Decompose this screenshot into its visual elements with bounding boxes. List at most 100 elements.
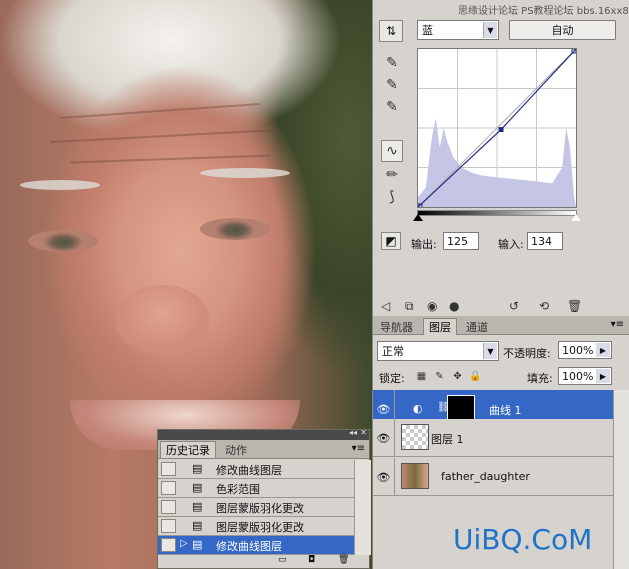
history-state-icon: ▤ — [192, 462, 203, 475]
lock-all-icon[interactable]: 🔒 — [469, 370, 482, 383]
layer-thumbnail — [401, 463, 429, 489]
history-brush-source-icon: ▷ — [180, 538, 188, 549]
collapse-icon[interactable]: ◂◂ — [349, 428, 357, 437]
white-point-slider[interactable] — [571, 214, 581, 221]
history-footer: ▭ ◘ 🗑 — [158, 555, 369, 568]
tab-history[interactable]: 历史记录 — [160, 441, 216, 458]
history-state-icon: ▤ — [192, 519, 203, 532]
input-label: 输入: — [498, 238, 524, 251]
snapshot-checkbox[interactable] — [161, 481, 176, 495]
eyedropper-black-icon[interactable]: ✎ — [381, 52, 403, 74]
top-watermark: 思缘设计论坛 PS教程论坛 bbs.16xx8.com — [458, 6, 629, 17]
fill-label: 填充: — [527, 372, 553, 385]
adjustment-toolbar: ◁ ⧉ ◉ ● ↺ ⟲ 🗑 — [373, 296, 629, 316]
photo-detail — [70, 154, 270, 164]
auto-button[interactable]: 自动 — [509, 20, 616, 40]
snapshot-checkbox[interactable] — [161, 519, 176, 533]
lock-position-icon[interactable]: ✥ — [451, 370, 464, 383]
fill-field[interactable]: 100% ▶ — [558, 367, 612, 385]
trash-icon[interactable]: 🗑 — [567, 299, 582, 313]
blend-mode-value: 正常 — [382, 345, 404, 358]
layer-name: 图层 1 — [431, 433, 464, 446]
history-item-label: 修改曲线图层 — [216, 540, 282, 553]
blend-mode-select[interactable]: 正常 ▼ — [377, 341, 499, 361]
channel-select-value: 蓝 — [422, 24, 433, 37]
tab-channels[interactable]: 通道 — [461, 318, 493, 335]
tab-actions[interactable]: 动作 — [220, 441, 252, 458]
layer-name: 曲线 1 — [489, 404, 522, 417]
fill-arrow-icon[interactable]: ▶ — [596, 369, 610, 383]
curve-control-point — [498, 127, 504, 133]
history-item-label: 色彩范围 — [216, 483, 260, 496]
site-watermark: UiBQ.CoM — [453, 523, 593, 556]
history-state-icon: ▤ — [192, 538, 203, 551]
output-label: 输出: — [411, 238, 437, 251]
output-field[interactable]: 125 — [443, 232, 479, 250]
tab-layers[interactable]: 图层 — [423, 318, 457, 335]
view-previous-icon[interactable]: ● — [449, 299, 459, 313]
sample-icon[interactable]: ◩ — [381, 232, 401, 250]
fill-value: 100% — [562, 369, 594, 383]
eye-icon[interactable]: 👁 — [373, 419, 395, 457]
history-item[interactable]: ▷ ▤ 修改曲线图层 — [158, 536, 354, 555]
snapshot-checkbox[interactable] — [161, 500, 176, 514]
new-document-icon[interactable]: ▭ — [278, 555, 287, 565]
right-panel: 思缘设计论坛 PS教程论坛 bbs.16xx8.com ⇅ 蓝 ▼ 自动 ✎ ✎… — [372, 0, 629, 569]
eye-icon[interactable]: 👁 — [373, 458, 395, 496]
opacity-arrow-icon[interactable]: ▶ — [596, 343, 610, 357]
history-tabs: 历史记录 动作 ▾≡ — [158, 440, 369, 459]
history-item[interactable]: ▤ 修改曲线图层 — [158, 460, 354, 479]
adjustment-layer-icon: ◐ — [413, 402, 423, 415]
panel-menu-icon[interactable]: ▾≡ — [611, 319, 624, 330]
history-panel: ◂◂ ✕ 历史记录 动作 ▾≡ ▤ 修改曲线图层 ▤ 色彩范围 ▤ 图层蒙版羽化… — [157, 428, 371, 569]
reset-icon[interactable]: ⟲ — [539, 299, 549, 313]
history-item-label: 图层蒙版羽化更改 — [216, 502, 304, 515]
snapshot-icon[interactable]: ◘ — [308, 555, 315, 565]
chevron-down-icon: ▼ — [483, 343, 497, 359]
photo-detail — [50, 128, 280, 144]
lock-label: 锁定: — [379, 372, 405, 385]
history-item[interactable]: ▤ 图层蒙版羽化更改 — [158, 517, 354, 536]
lock-transparency-icon[interactable]: ▦ — [415, 370, 428, 383]
back-arrow-icon[interactable]: ◁ — [381, 299, 390, 313]
clip-layer-icon[interactable]: ⧉ — [405, 299, 414, 314]
photo-detail — [200, 218, 270, 240]
curve-edit-icon[interactable]: ∿ — [381, 140, 403, 162]
undo-icon[interactable]: ↺ — [509, 299, 519, 313]
close-icon[interactable]: ✕ — [360, 428, 367, 437]
channel-tool-icon[interactable]: ⇅ — [379, 20, 403, 42]
opacity-field[interactable]: 100% ▶ — [558, 341, 612, 359]
photo-detail — [60, 103, 260, 119]
lock-image-icon[interactable]: ✎ — [433, 370, 446, 383]
visibility-toggle-icon[interactable]: ◉ — [427, 299, 437, 313]
pencil-icon[interactable]: ✏ — [381, 164, 403, 186]
history-item-label: 修改曲线图层 — [216, 464, 282, 477]
history-titlebar[interactable]: ◂◂ ✕ — [158, 428, 369, 440]
snapshot-checkbox[interactable] — [161, 462, 176, 476]
panel-menu-icon[interactable]: ▾≡ — [352, 443, 365, 454]
eyedropper-gray-icon[interactable]: ✎ — [381, 74, 403, 96]
snapshot-checkbox[interactable] — [161, 538, 176, 552]
history-scrollbar[interactable] — [354, 460, 371, 555]
photo-detail — [115, 285, 210, 355]
layer-mask-thumbnail[interactable] — [447, 395, 475, 421]
smooth-curve-icon[interactable]: ⟆ — [381, 186, 403, 208]
history-state-icon: ▤ — [192, 500, 203, 513]
layer-row[interactable]: 👁 图层 1 — [373, 419, 613, 457]
curve-graph[interactable] — [417, 48, 577, 208]
layer-row[interactable]: 👁 father_daughter — [373, 458, 613, 496]
trash-icon[interactable]: 🗑 — [338, 555, 349, 565]
black-point-slider[interactable] — [413, 214, 423, 221]
photo-detail — [20, 180, 100, 190]
tab-navigator[interactable]: 导航器 — [375, 318, 418, 335]
history-item[interactable]: ▤ 色彩范围 — [158, 479, 354, 498]
layers-scrollbar[interactable] — [613, 390, 629, 569]
eyedropper-white-icon[interactable]: ✎ — [381, 96, 403, 118]
chevron-down-icon: ▼ — [483, 22, 497, 38]
opacity-value: 100% — [562, 343, 594, 357]
input-field[interactable]: 134 — [527, 232, 563, 250]
history-item[interactable]: ▤ 图层蒙版羽化更改 — [158, 498, 354, 517]
channel-select[interactable]: 蓝 ▼ — [417, 20, 499, 40]
layer-thumbnail — [401, 424, 429, 450]
blend-row: 正常 ▼ 不透明度: 100% ▶ — [373, 336, 629, 366]
